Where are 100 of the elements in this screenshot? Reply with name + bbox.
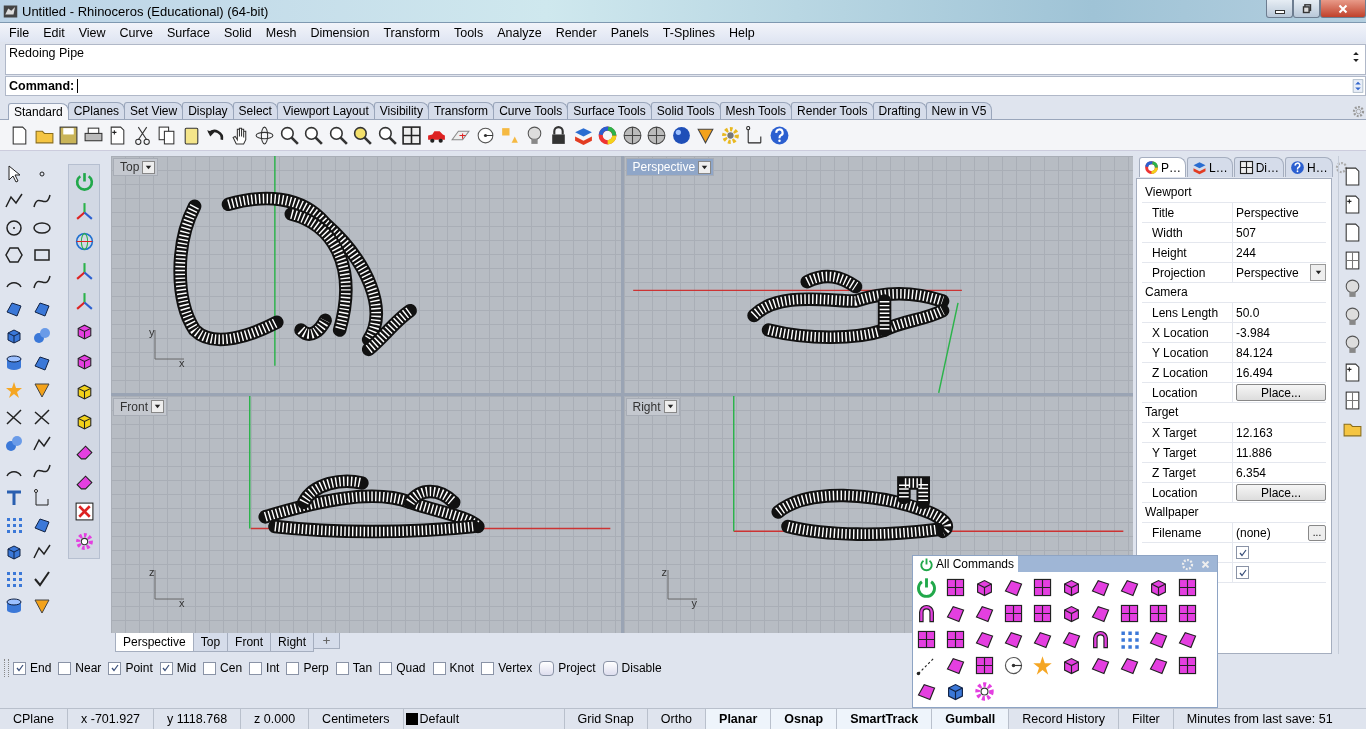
toolbar-tab[interactable]: Set View xyxy=(124,102,184,119)
dropdown-button[interactable] xyxy=(1310,264,1326,281)
array-icon[interactable] xyxy=(1118,628,1141,651)
surface-icon[interactable] xyxy=(4,299,24,319)
color-wheel-icon[interactable] xyxy=(597,124,618,146)
star-icon[interactable] xyxy=(1031,654,1054,677)
gear-icon[interactable] xyxy=(719,124,741,146)
sphere-icon[interactable] xyxy=(646,124,667,146)
delete-icon[interactable] xyxy=(73,501,95,522)
surface-icon[interactable] xyxy=(944,628,967,651)
sphere-icon[interactable] xyxy=(621,124,643,146)
magnifier-icon[interactable] xyxy=(352,124,373,146)
surface-icon[interactable] xyxy=(915,628,938,651)
help-icon[interactable] xyxy=(768,124,790,146)
panel-tab[interactable]: P… xyxy=(1139,157,1186,177)
panel-tab[interactable]: H… xyxy=(1285,157,1333,177)
surface-icon[interactable] xyxy=(32,299,52,319)
toolbar-tab[interactable]: Display xyxy=(182,102,234,119)
surface-icon[interactable] xyxy=(1031,602,1054,625)
menu-item[interactable]: Tools xyxy=(446,25,491,40)
checkbox[interactable] xyxy=(539,660,555,676)
caret-icon[interactable] xyxy=(151,400,164,414)
status-toggle[interactable]: Planar xyxy=(706,709,772,729)
menu-item[interactable]: Edit xyxy=(36,25,72,40)
caret-icon[interactable] xyxy=(698,160,712,174)
grip-handle[interactable] xyxy=(4,659,9,677)
magnifier-icon[interactable] xyxy=(278,124,300,146)
viewport-title[interactable]: Front xyxy=(113,397,167,416)
restore-button[interactable] xyxy=(1293,0,1320,18)
menu-item[interactable]: Mesh xyxy=(258,25,304,40)
toolbar-tab[interactable]: Select xyxy=(232,102,278,119)
panel-tab[interactable]: L… xyxy=(1187,157,1233,177)
layer-color-swatch[interactable] xyxy=(405,713,418,725)
checkbox[interactable] xyxy=(481,661,495,675)
checkbox[interactable] xyxy=(203,661,217,675)
toolbar-tab[interactable]: Mesh Tools xyxy=(719,102,793,119)
close-button[interactable] xyxy=(1320,0,1366,18)
surface-icon[interactable] xyxy=(1176,576,1199,599)
gear-icon[interactable] xyxy=(73,531,95,552)
menu-item[interactable]: Help xyxy=(721,25,762,40)
viewport[interactable]: Front z x xyxy=(111,395,621,633)
menu-item[interactable]: Panels xyxy=(603,25,656,40)
toolbar-tab[interactable]: Transform xyxy=(427,102,495,119)
checkbox[interactable] xyxy=(286,661,300,675)
menu-item[interactable]: Transform xyxy=(376,25,447,40)
menu-item[interactable]: Curve xyxy=(112,25,160,40)
toolbar-tab[interactable]: All Commands xyxy=(913,556,1019,572)
trim-icon[interactable] xyxy=(4,407,24,427)
checkbox[interactable] xyxy=(13,661,26,675)
globe-icon[interactable] xyxy=(73,231,95,252)
checkbox[interactable] xyxy=(249,661,263,675)
browse-button[interactable]: ... xyxy=(1308,524,1326,541)
spheres-icon[interactable] xyxy=(4,434,24,454)
surface-icon[interactable] xyxy=(1176,654,1199,677)
magnifier-icon[interactable] xyxy=(303,124,324,146)
surface-icon[interactable] xyxy=(1118,602,1141,625)
status-toggle[interactable]: SmartTrack xyxy=(837,709,933,729)
surface-icon[interactable] xyxy=(944,576,967,599)
viewport-title[interactable]: Top xyxy=(113,158,159,176)
array-icon[interactable] xyxy=(4,569,24,589)
checkbox[interactable] xyxy=(602,660,618,676)
place-button[interactable]: Place... xyxy=(1236,484,1326,501)
caret-icon[interactable] xyxy=(663,400,677,414)
toolbar-tab[interactable]: Visibility xyxy=(373,102,429,119)
toolbar-tab[interactable]: Render Tools xyxy=(791,102,874,119)
toolbar-tab[interactable]: New in V5 xyxy=(925,102,993,119)
toolbar-tab[interactable]: Solid Tools xyxy=(650,102,721,119)
minimize-button[interactable] xyxy=(1266,0,1293,18)
menu-item[interactable]: T-Splines xyxy=(655,25,722,40)
sphere-icon[interactable] xyxy=(670,124,692,146)
status-toggle[interactable]: Osnap xyxy=(771,709,838,729)
checkbox[interactable] xyxy=(432,661,446,675)
spheres-icon[interactable] xyxy=(32,326,52,346)
checkbox[interactable] xyxy=(58,661,72,675)
checkbox[interactable] xyxy=(379,661,393,675)
copy-icon[interactable] xyxy=(156,124,177,146)
menu-item[interactable]: Analyze xyxy=(490,25,549,40)
surface-icon[interactable] xyxy=(973,654,996,677)
four-pane-icon[interactable] xyxy=(401,124,422,146)
toolbar-tab[interactable]: Curve Tools xyxy=(493,102,569,119)
star-icon[interactable] xyxy=(4,380,24,400)
status-toggle[interactable]: Record History xyxy=(1009,709,1119,729)
surface-icon[interactable] xyxy=(32,353,52,373)
cylinder-icon[interactable] xyxy=(4,596,24,616)
menu-item[interactable]: Dimension xyxy=(303,25,377,40)
surface-icon[interactable] xyxy=(1147,602,1170,625)
menu-item[interactable]: File xyxy=(2,25,37,40)
surface-icon[interactable] xyxy=(1002,602,1025,625)
toolbar-tab[interactable]: Viewport Layout xyxy=(276,102,375,119)
cone-icon[interactable] xyxy=(32,596,52,616)
surface-icon[interactable] xyxy=(1031,576,1054,599)
menu-item[interactable]: View xyxy=(71,25,113,40)
orbit-icon[interactable] xyxy=(254,124,275,146)
checkbox[interactable] xyxy=(1236,546,1249,559)
dimension-icon[interactable] xyxy=(32,488,52,508)
menu-item[interactable]: Render xyxy=(548,25,604,40)
menu-item[interactable]: Solid xyxy=(217,25,259,40)
polygon-icon[interactable] xyxy=(4,245,24,265)
trim-icon[interactable] xyxy=(32,407,52,427)
circle-point-icon[interactable] xyxy=(1002,654,1025,677)
